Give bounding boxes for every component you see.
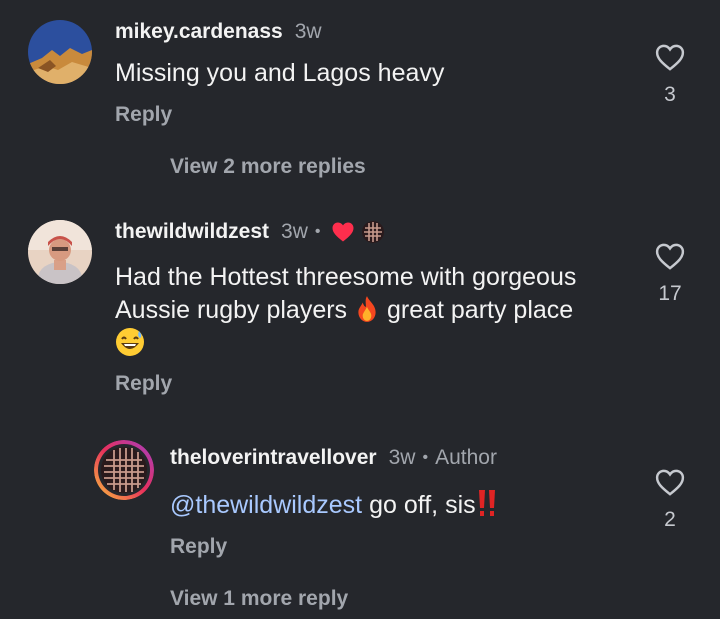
comment-text: @thewildwildzest go off, sis (170, 488, 498, 522)
comment-text-line2-a: Aussie rugby players (115, 296, 348, 324)
fire-emoji (358, 296, 376, 322)
comment-text: Had the Hottest threesome with gorgeous … (115, 261, 645, 361)
username[interactable]: mikey.cardenass (115, 20, 283, 44)
like-button[interactable]: 2 (650, 469, 690, 532)
timestamp: 3w (388, 446, 416, 469)
username[interactable]: thewildwildzest (115, 220, 269, 244)
avatar[interactable] (28, 220, 92, 284)
separator-dot: • (422, 449, 429, 466)
comment-text-line1: Had the Hottest threesome with gorgeous (115, 263, 577, 291)
grinning-sweat-emoji (116, 328, 144, 356)
view-more-replies[interactable]: View 1 more reply (170, 587, 348, 611)
heart-outline-icon (655, 469, 685, 496)
reply-button[interactable]: Reply (115, 103, 172, 127)
reply-button[interactable]: Reply (115, 372, 172, 396)
like-count: 17 (658, 282, 682, 305)
avatar[interactable] (28, 20, 92, 84)
heart-filled-icon (332, 222, 354, 242)
author-badge: Author (435, 446, 497, 469)
double-exclamation-emoji (478, 490, 495, 516)
comment-text-line2-b: great party place (386, 296, 574, 324)
separator-dot: • (314, 223, 321, 240)
author-mini-avatar-icon (362, 221, 385, 243)
username[interactable]: theloverintravellover (170, 446, 377, 470)
like-count: 2 (664, 508, 676, 531)
reply-button[interactable]: Reply (170, 535, 227, 559)
heart-outline-icon (655, 44, 685, 71)
heart-outline-icon (655, 243, 685, 270)
comment-text: Missing you and Lagos heavy (115, 59, 445, 87)
like-count: 3 (664, 83, 676, 106)
avatar[interactable] (94, 440, 154, 500)
view-more-replies[interactable]: View 2 more replies (170, 155, 366, 179)
timestamp: 3w (294, 20, 322, 43)
comment-text-content: go off, sis (369, 491, 476, 519)
like-button[interactable]: 3 (650, 44, 690, 107)
timestamp: 3w (281, 220, 308, 243)
mention-link[interactable]: @thewildwildzest (170, 491, 362, 519)
like-button[interactable]: 17 (650, 243, 690, 306)
